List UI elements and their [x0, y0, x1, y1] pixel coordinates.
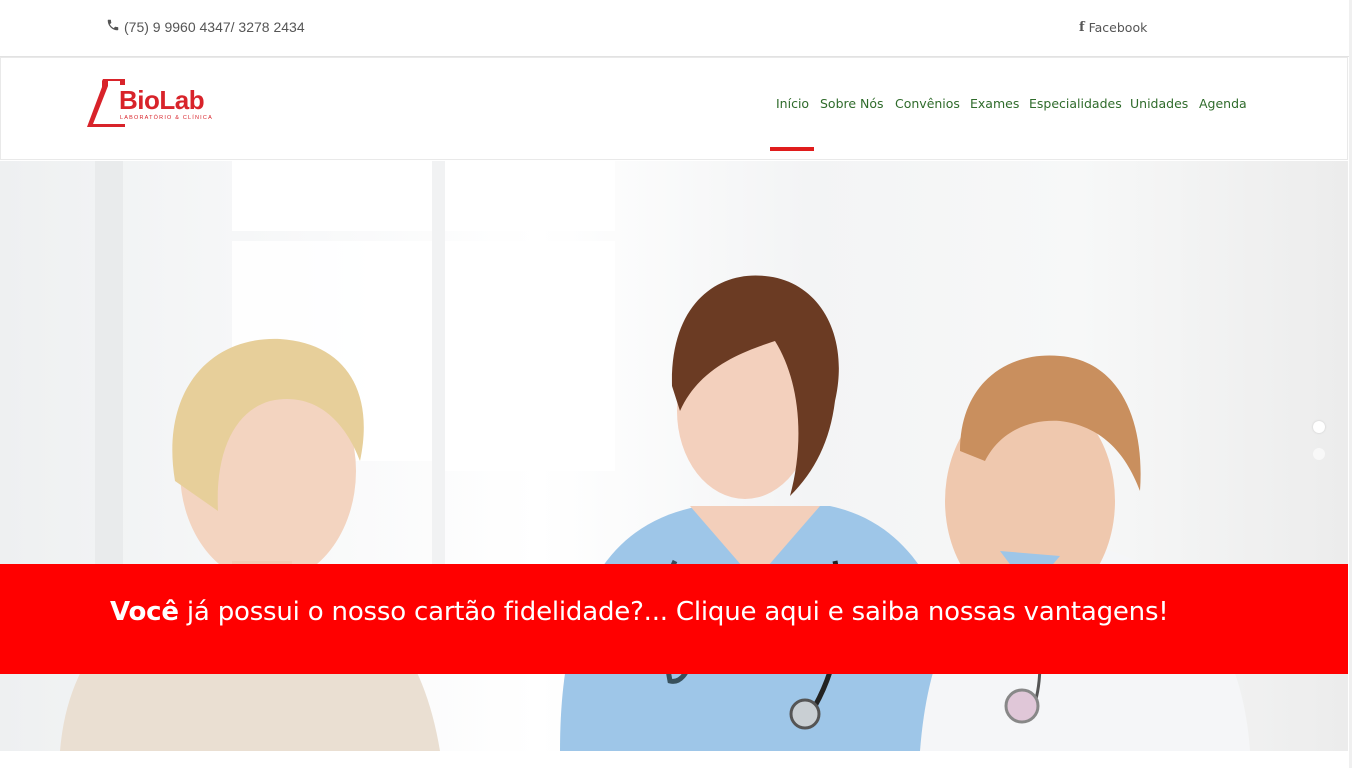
nav-item-inicio[interactable]: Início: [776, 96, 809, 111]
nav-item-sobre-nos[interactable]: Sobre Nós: [820, 96, 884, 111]
site-header: BioLab LABORATÓRIO & CLÍNICA Início Sobr…: [0, 57, 1348, 160]
nav-item-convenios[interactable]: Convênios: [895, 96, 960, 111]
facebook-label: Facebook: [1088, 20, 1148, 35]
banner-bold-word: Você: [110, 597, 179, 627]
top-bar: (75) 9 9960 4347/ 3278 2434 f Facebook: [0, 0, 1352, 57]
phone-icon: [106, 18, 120, 35]
nav-item-especialidades[interactable]: Especialidades: [1029, 96, 1122, 111]
facebook-link[interactable]: f Facebook: [1079, 20, 1147, 35]
banner-message: já possui o nosso cartão fidelidade?... …: [178, 597, 1169, 627]
nav-item-agenda[interactable]: Agenda: [1199, 96, 1247, 111]
nav-active-indicator: [770, 147, 814, 151]
logo-name: BioLab: [119, 85, 205, 115]
nav-item-unidades[interactable]: Unidades: [1130, 96, 1188, 111]
phone-number: (75) 9 9960 4347/ 3278 2434: [124, 18, 305, 35]
slider-dot-2[interactable]: [1313, 448, 1325, 460]
slider-dot-1[interactable]: [1313, 421, 1325, 433]
logo-tagline: LABORATÓRIO & CLÍNICA: [120, 115, 213, 121]
biolab-logo[interactable]: BioLab LABORATÓRIO & CLÍNICA: [85, 78, 220, 130]
loyalty-card-banner-text[interactable]: Você já possui o nosso cartão fidelidade…: [110, 597, 1169, 627]
phone-contact: (75) 9 9960 4347/ 3278 2434: [106, 18, 305, 35]
nav-item-exames[interactable]: Exames: [970, 96, 1019, 111]
facebook-icon: f: [1079, 20, 1085, 35]
